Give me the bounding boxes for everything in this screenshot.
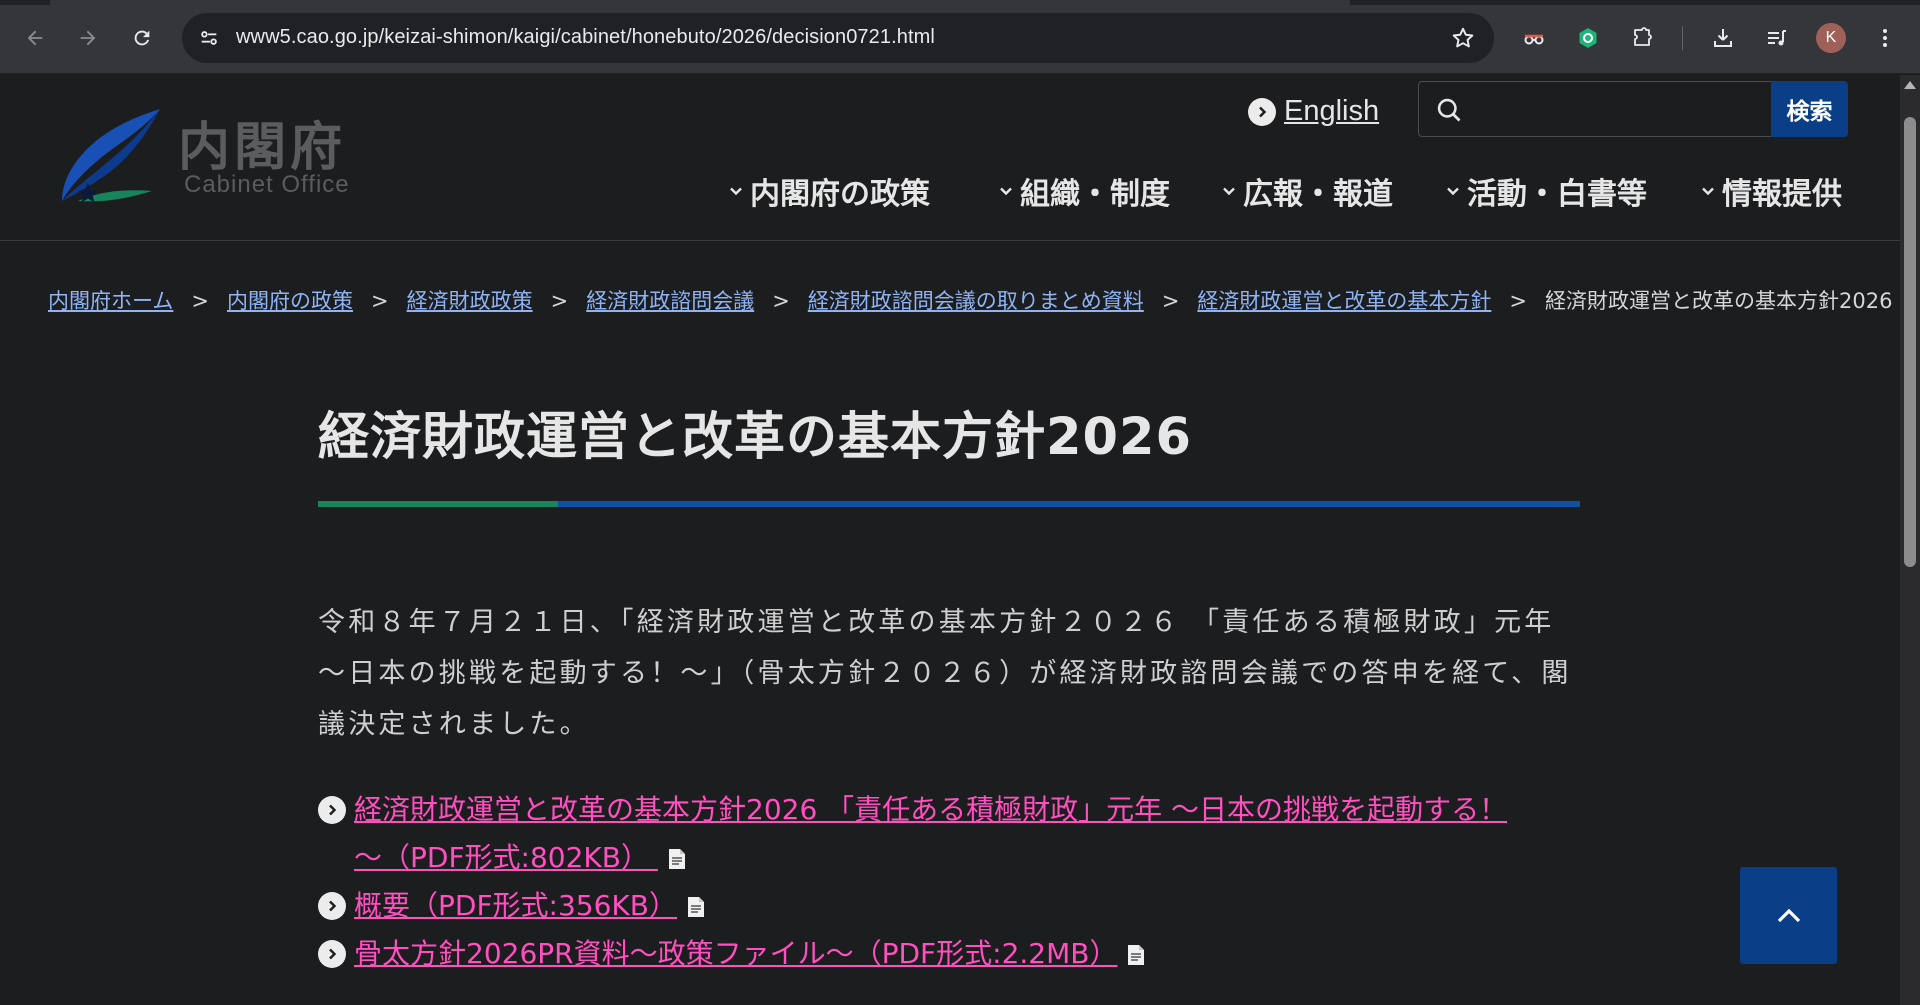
breadcrumb: 内閣府ホーム > 内閣府の政策 > 経済財政政策 > 経済財政諮問会議 > 経済財政諮問会議の取… (48, 285, 1892, 315)
profile-avatar[interactable]: K (1816, 23, 1846, 53)
gnav-policy[interactable]: 内閣府の政策 (728, 169, 930, 213)
breadcrumb-separator: > (191, 289, 209, 313)
lead-line: ～日本の挑戦を起動する！～」（骨太方針２０２６）が経済財政諮問会議での答申を経て… (318, 658, 1572, 689)
title-underline (318, 501, 1580, 507)
list-item: 骨太方針2026PR資料～政策ファイル～（PDF形式:2.2MB） (318, 930, 1580, 978)
english-link[interactable]: English (1248, 95, 1379, 128)
doc-link-summary-pdf[interactable]: 概要（PDF形式:356KB） (354, 889, 677, 922)
doc-link-pr-material-pdf[interactable]: 骨太方針2026PR資料～政策ファイル～（PDF形式:2.2MB） (354, 937, 1117, 970)
search-input[interactable] (1475, 90, 1755, 130)
gnav-activities[interactable]: 活動・白書等 (1445, 169, 1647, 213)
chevron-right-icon (1248, 97, 1276, 126)
gnav-policy-label[interactable]: 内閣府の政策 (750, 169, 930, 213)
english-link-label[interactable]: English (1284, 95, 1379, 128)
tab-strip (0, 0, 1920, 5)
active-tab[interactable] (50, 0, 1350, 5)
gnav-press-label[interactable]: 広報・報道 (1243, 169, 1393, 213)
chevron-down-icon (730, 187, 742, 196)
list-item: 概要（PDF形式:356KB） (318, 882, 1580, 930)
search-field[interactable] (1418, 81, 1772, 137)
site-info-icon[interactable] (196, 25, 222, 51)
gnav-organization[interactable]: 組織・制度 (998, 169, 1170, 213)
reading-list-icon[interactable] (1761, 22, 1793, 54)
chevron-down-icon (1702, 187, 1714, 196)
gnav-press[interactable]: 広報・報道 (1221, 169, 1393, 213)
chevron-down-icon (1000, 187, 1012, 196)
chevron-right-icon (318, 940, 346, 968)
breadcrumb-link-economic-policy[interactable]: 経済財政政策 (407, 289, 533, 313)
gnav-organization-label[interactable]: 組織・制度 (1020, 169, 1170, 213)
scrollbar-thumb[interactable] (1904, 117, 1916, 567)
breadcrumb-separator: > (1161, 289, 1180, 313)
breadcrumb-link-council[interactable]: 経済財政諮問会議 (586, 289, 754, 313)
breadcrumb-separator: > (550, 289, 569, 313)
list-item: 経済財政運営と改革の基本方針2026 「責任ある積極財政」元年 ～日本の挑戦を起… (318, 786, 1580, 882)
gnav-information-label[interactable]: 情報提供 (1722, 169, 1842, 213)
doc-link-line[interactable]: 経済財政運営と改革の基本方針2026 「責任ある積極財政」元年 ～日本の挑戦を起… (354, 786, 1580, 834)
breadcrumb-link-basic-policy[interactable]: 経済財政運営と改革の基本方針 (1197, 289, 1491, 313)
extensions-puzzle-icon[interactable] (1626, 22, 1658, 54)
chevron-up-icon (1777, 908, 1800, 922)
download-icon[interactable] (1707, 22, 1739, 54)
back-icon[interactable] (19, 22, 51, 54)
global-nav: 内閣府の政策 組織・制度 広報・報道 活動・白書等 情報提供 (0, 169, 1900, 219)
page-title: 経済財政運営と改革の基本方針2026 (318, 408, 1192, 467)
url-text[interactable]: www5.cao.go.jp/keizai-shimon/kaigi/cabin… (236, 26, 935, 49)
page-scrollbar[interactable] (1900, 75, 1920, 1005)
reload-icon[interactable] (126, 22, 158, 54)
forward-icon[interactable] (72, 22, 104, 54)
breadcrumb-link-policy[interactable]: 内閣府の政策 (227, 289, 353, 313)
search-button[interactable]: 検索 (1771, 81, 1848, 137)
breadcrumb-current: 経済財政運営と改革の基本方針2026 (1545, 289, 1893, 313)
browser-toolbar: www5.cao.go.jp/keizai-shimon/kaigi/cabin… (0, 0, 1920, 74)
search-icon (1437, 98, 1461, 122)
site-header: 内閣府 Cabinet Office English 検索 内閣府の政策 組織・… (0, 75, 1900, 241)
chevron-down-icon (1223, 187, 1235, 196)
pdf-file-icon (688, 897, 704, 917)
chevron-right-icon (318, 796, 346, 824)
back-to-top-button[interactable] (1740, 867, 1837, 964)
address-bar[interactable]: www5.cao.go.jp/keizai-shimon/kaigi/cabin… (182, 13, 1494, 63)
gnav-activities-label[interactable]: 活動・白書等 (1467, 169, 1647, 213)
doc-link-basic-policy-pdf[interactable]: 経済財政運営と改革の基本方針2026 「責任ある積極財政」元年 ～日本の挑戦を起… (354, 786, 1580, 874)
breadcrumb-link-council-materials[interactable]: 経済財政諮問会議の取りまとめ資料 (808, 289, 1144, 313)
pdf-file-icon (668, 849, 685, 869)
page-viewport: 内閣府 Cabinet Office English 検索 内閣府の政策 組織・… (0, 75, 1900, 1005)
pdf-file-icon (1128, 945, 1145, 965)
extension-green-icon[interactable] (1572, 22, 1604, 54)
doc-link-line[interactable]: ～（PDF形式:802KB） (354, 841, 649, 874)
breadcrumb-link-home[interactable]: 内閣府ホーム (48, 289, 173, 313)
menu-dots-icon[interactable] (1869, 22, 1901, 54)
document-list: 経済財政運営と改革の基本方針2026 「責任ある積極財政」元年 ～日本の挑戦を起… (318, 786, 1580, 978)
main-content: 経済財政運営と改革の基本方針2026 令和８年７月２１日、「経済財政運営と改革の… (318, 395, 1580, 978)
breadcrumb-separator: > (370, 289, 389, 313)
lead-paragraph: 令和８年７月２１日、「経済財政運営と改革の基本方針２０２６ 「責任ある積極財政」… (318, 597, 1580, 750)
chevron-right-icon (318, 892, 346, 920)
bookmark-star-icon[interactable] (1450, 25, 1476, 51)
breadcrumb-separator: > (1509, 289, 1528, 313)
lead-line: 令和８年７月２１日、「経済財政運営と改革の基本方針２０２６ 「責任ある積極財政」… (318, 607, 1555, 638)
incognito-glasses-icon[interactable] (1518, 22, 1550, 54)
title-underline-accent (318, 501, 558, 507)
scroll-up-arrow-icon[interactable] (1904, 81, 1916, 89)
toolbar-divider (1682, 26, 1683, 50)
chevron-down-icon (1447, 187, 1459, 196)
lead-line: 議決定されました。 (318, 709, 590, 740)
gnav-information[interactable]: 情報提供 (1700, 169, 1842, 213)
breadcrumb-separator: > (772, 289, 790, 313)
